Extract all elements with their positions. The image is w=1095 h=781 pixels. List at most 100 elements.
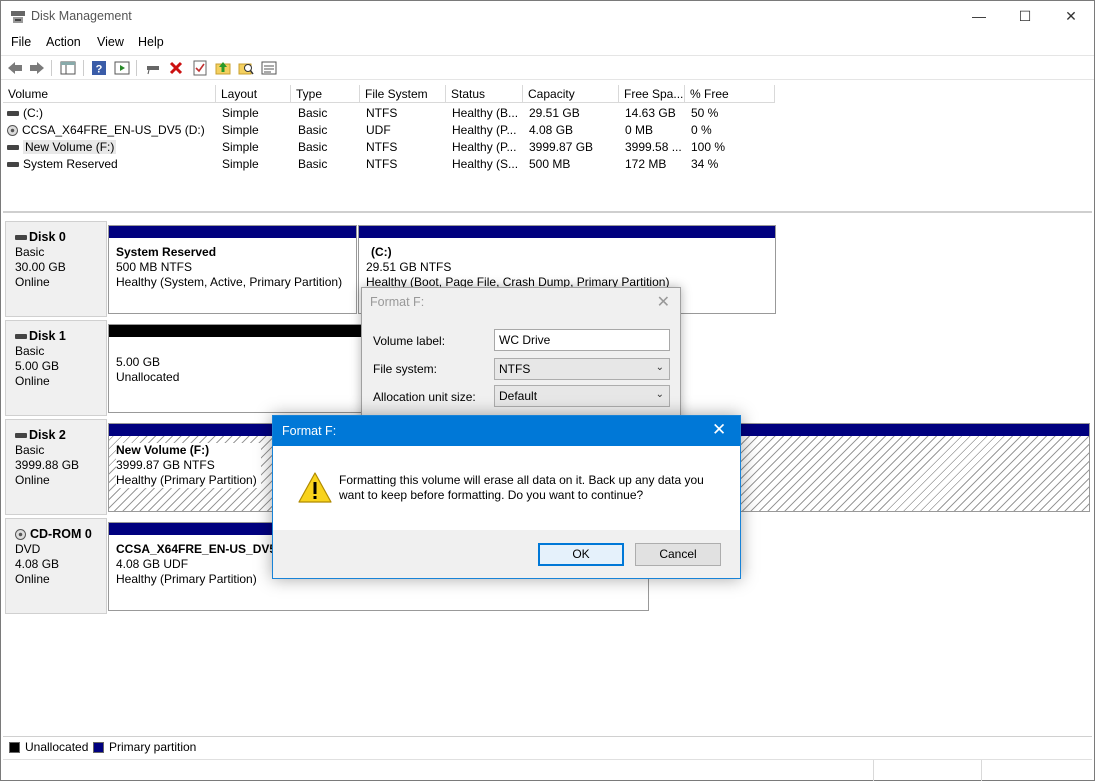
legend-primary-partition: Primary partition bbox=[109, 740, 197, 754]
col-status[interactable]: Status bbox=[446, 85, 523, 103]
disk-1-label[interactable]: Disk 1 Basic 5.00 GB Online bbox=[5, 320, 107, 416]
help-topics-icon[interactable] bbox=[112, 58, 132, 78]
layout-cell: Simple bbox=[222, 106, 259, 120]
status-cell: Healthy (P... bbox=[452, 140, 517, 154]
partition-size: 29.51 GB NTFS bbox=[366, 260, 452, 274]
help-icon[interactable]: ? bbox=[89, 58, 109, 78]
close-icon[interactable]: ✕ bbox=[712, 420, 726, 440]
connect-drive-icon[interactable] bbox=[143, 58, 163, 78]
fs-cell: UDF bbox=[366, 123, 391, 137]
primary-partition-swatch bbox=[93, 742, 104, 753]
layout-cell: Simple bbox=[222, 157, 259, 171]
drive-icon bbox=[15, 334, 27, 340]
menu-file[interactable]: File bbox=[11, 35, 31, 49]
search-folder-icon[interactable] bbox=[236, 58, 256, 78]
partition-title: New Volume (F:) bbox=[116, 443, 210, 457]
table-row[interactable]: New Volume (F:) Simple Basic NTFS Health… bbox=[3, 139, 1092, 156]
fs-cell: NTFS bbox=[366, 157, 398, 171]
drive-icon bbox=[15, 433, 27, 439]
col-type[interactable]: Type bbox=[291, 85, 360, 103]
disk-size: 3999.88 GB bbox=[15, 458, 80, 472]
svg-text:?: ? bbox=[96, 64, 103, 76]
volume-name: (C:) bbox=[23, 106, 43, 120]
partition-system-reserved[interactable]: System Reserved 500 MB NTFS Healthy (Sys… bbox=[108, 225, 357, 314]
status-bar bbox=[3, 759, 1092, 781]
allocation-size-select[interactable]: Default ⌄ bbox=[494, 385, 670, 407]
fs-cell: NTFS bbox=[366, 140, 398, 154]
table-row[interactable]: System Reserved Simple Basic NTFS Health… bbox=[3, 156, 1092, 173]
confirm-footer: OK Cancel bbox=[273, 530, 740, 578]
pct-cell: 0 % bbox=[691, 123, 712, 137]
capacity-cell: 500 MB bbox=[529, 157, 571, 171]
disk-2-label[interactable]: Disk 2 Basic 3999.88 GB Online bbox=[5, 419, 107, 515]
free-cell: 172 MB bbox=[625, 157, 667, 171]
status-cell: Healthy (S... bbox=[452, 157, 519, 171]
cancel-button[interactable]: Cancel bbox=[635, 543, 721, 566]
close-icon[interactable]: ✕ bbox=[1048, 1, 1094, 32]
drive-icon bbox=[7, 162, 19, 168]
free-cell: 0 MB bbox=[625, 123, 654, 137]
type-cell: Basic bbox=[298, 106, 328, 120]
disk-management-app-icon bbox=[11, 11, 25, 23]
disk-state: Online bbox=[15, 572, 50, 586]
properties-icon[interactable] bbox=[259, 58, 279, 78]
allocation-size-value: Default bbox=[499, 389, 538, 403]
checklist-icon[interactable] bbox=[190, 58, 210, 78]
volume-label-input[interactable]: WC Drive bbox=[494, 329, 670, 351]
table-row[interactable]: CCSA_X64FRE_EN-US_DV5 (D:) Simple Basic … bbox=[3, 122, 1092, 139]
col-file-system[interactable]: File System bbox=[360, 85, 446, 103]
back-arrow-icon[interactable] bbox=[5, 58, 25, 78]
table-row[interactable]: (C:) Simple Basic NTFS Healthy (B... 29.… bbox=[3, 105, 1092, 122]
allocation-size-label: Allocation unit size: bbox=[373, 390, 476, 404]
drive-icon bbox=[15, 235, 27, 241]
partition-size: 3999.87 GB NTFS bbox=[116, 458, 215, 472]
confirm-dialog-title: Format F: bbox=[282, 424, 337, 438]
disk-type: Basic bbox=[15, 443, 45, 457]
ok-button[interactable]: OK bbox=[538, 543, 624, 566]
col-layout[interactable]: Layout bbox=[216, 85, 291, 103]
capacity-cell: 3999.87 GB bbox=[529, 140, 594, 154]
partition-status: Healthy (Primary Partition) bbox=[116, 473, 257, 487]
disk-name: Disk 2 bbox=[29, 428, 66, 442]
cd-icon bbox=[7, 125, 18, 137]
disk-0-label[interactable]: Disk 0 Basic 30.00 GB Online bbox=[5, 221, 107, 317]
confirm-message: Formatting this volume will erase all da… bbox=[339, 473, 704, 502]
forward-arrow-icon[interactable] bbox=[27, 58, 47, 78]
file-system-select[interactable]: NTFS ⌄ bbox=[494, 358, 670, 380]
free-cell: 3999.58 ... bbox=[625, 140, 682, 154]
menu-bar: File Action View Help bbox=[1, 33, 1094, 53]
disk-size: 4.08 GB bbox=[15, 557, 60, 571]
volume-name: New Volume (F:) bbox=[23, 140, 117, 154]
drive-icon bbox=[7, 111, 19, 117]
delete-icon[interactable] bbox=[166, 58, 186, 78]
col-capacity[interactable]: Capacity bbox=[523, 85, 619, 103]
col-percent-free[interactable]: % Free bbox=[685, 85, 775, 103]
chevron-down-icon: ⌄ bbox=[655, 389, 664, 400]
disk-state: Online bbox=[15, 275, 50, 289]
cdrom-0-label[interactable]: CD-ROM 0 DVD 4.08 GB Online bbox=[5, 518, 107, 614]
disk-type: Basic bbox=[15, 245, 45, 259]
volume-name: System Reserved bbox=[23, 157, 118, 171]
menu-view[interactable]: View bbox=[97, 35, 124, 49]
confirm-title-bar: Format F: ✕ bbox=[273, 416, 740, 446]
disk-name: Disk 1 bbox=[29, 329, 66, 343]
col-free-space[interactable]: Free Spa... bbox=[619, 85, 685, 103]
chevron-down-icon: ⌄ bbox=[655, 362, 664, 373]
folder-up-icon[interactable] bbox=[213, 58, 233, 78]
disk-state: Online bbox=[15, 473, 50, 487]
menu-help[interactable]: Help bbox=[138, 35, 164, 49]
disk-state: Online bbox=[15, 374, 50, 388]
maximize-icon[interactable]: ☐ bbox=[1002, 1, 1048, 32]
type-cell: Basic bbox=[298, 140, 328, 154]
console-view-icon[interactable] bbox=[58, 58, 78, 78]
pct-cell: 50 % bbox=[691, 106, 719, 120]
window-title: Disk Management bbox=[31, 9, 132, 23]
disk-management-window: Disk Management — ☐ ✕ File Action View H… bbox=[0, 0, 1095, 781]
close-icon[interactable]: ✕ bbox=[657, 292, 670, 312]
col-volume[interactable]: Volume bbox=[3, 85, 216, 103]
volume-label-label: Volume label: bbox=[373, 334, 446, 348]
minimize-icon[interactable]: — bbox=[956, 1, 1002, 32]
menu-action[interactable]: Action bbox=[46, 35, 81, 49]
drive-icon bbox=[7, 145, 19, 151]
status-cell: Healthy (P... bbox=[452, 123, 517, 137]
